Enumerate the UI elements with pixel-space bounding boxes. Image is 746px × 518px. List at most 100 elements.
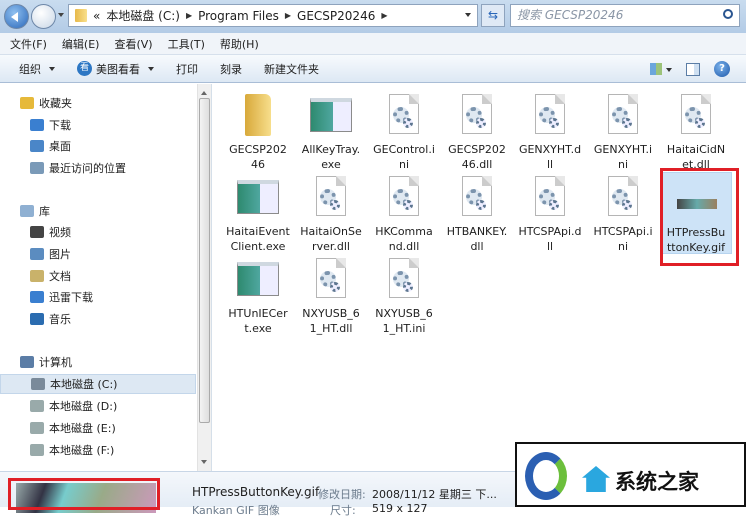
library-icon	[20, 205, 34, 217]
burn-button[interactable]: 刻录	[220, 61, 242, 77]
settings-file-icon	[381, 94, 427, 136]
dll-file-icon	[527, 94, 573, 136]
sidebar-item[interactable]: 本地磁盘 (E:)	[0, 418, 196, 438]
sidebar-item[interactable]: 计算机	[0, 352, 196, 372]
menu-bar: 文件(F) 编辑(E) 查看(V) 工具(T) 帮助(H)	[0, 33, 746, 55]
search-input[interactable]: 搜索 GECSP20246	[510, 4, 740, 27]
file-item[interactable]: HTCSPApi.ini	[587, 172, 659, 254]
menu-edit[interactable]: 编辑(E)	[62, 36, 100, 52]
file-name: HaitaiOnServer.dll	[300, 225, 362, 253]
sidebar-scrollbar[interactable]	[197, 84, 211, 471]
file-item[interactable]: GECSP20246.dll	[441, 90, 513, 172]
sidebar-item[interactable]: 收藏夹	[0, 93, 196, 113]
scroll-down-icon[interactable]	[201, 460, 207, 467]
file-item[interactable]: HTUnIECert.exe	[222, 254, 294, 336]
search-placeholder: 搜索 GECSP20246	[517, 8, 624, 22]
breadcrumb-overflow[interactable]: «	[93, 9, 100, 23]
file-item[interactable]: NXYUSB_61_HT.dll	[295, 254, 367, 336]
sidebar-item[interactable]: 库	[0, 201, 196, 221]
file-name: HTCSPApi.dll	[518, 225, 582, 253]
search-icon[interactable]	[723, 9, 733, 19]
sidebar-item-label: 库	[39, 205, 50, 218]
navigation-pane: 收藏夹 下载 桌面 最近访问的位置库视频 图片 文档 迅雷下载 音乐 计算机 本地磁盘 (C:) 本…	[0, 84, 212, 471]
highlight-box-selected-file	[660, 168, 739, 266]
sidebar-item[interactable]: 图片	[0, 244, 196, 264]
folder-icon	[75, 9, 87, 22]
back-button[interactable]	[4, 4, 29, 29]
file-name: NXYUSB_61_HT.ini	[375, 307, 433, 335]
change-view-button[interactable]	[650, 63, 672, 75]
new-folder-label: 新建文件夹	[264, 62, 319, 76]
address-dropdown[interactable]	[465, 13, 471, 20]
scroll-thumb[interactable]	[199, 98, 210, 423]
file-item[interactable]: GEControl.ini	[368, 90, 440, 172]
caret-down-icon	[148, 67, 154, 74]
menu-tools[interactable]: 工具(T)	[168, 36, 205, 52]
file-item[interactable]: HTBANKEY.dll	[441, 172, 513, 254]
recent-pages-dropdown[interactable]	[58, 13, 64, 20]
sidebar-item[interactable]: 本地磁盘 (C:)	[0, 374, 196, 394]
details-filename: HTPressButtonKey.gif	[192, 485, 320, 499]
sidebar-item-label: 音乐	[49, 313, 71, 326]
new-folder-button[interactable]: 新建文件夹	[264, 61, 319, 77]
star-icon	[20, 97, 34, 109]
help-icon[interactable]: ?	[714, 61, 730, 77]
menu-help[interactable]: 帮助(H)	[220, 36, 259, 52]
file-item[interactable]: HKCommand.dll	[368, 172, 440, 254]
chevron-right-icon[interactable]: ▶	[186, 11, 192, 20]
breadcrumb-gecsp[interactable]: GECSP20246	[297, 9, 375, 23]
meitu-button[interactable]: 看美图看看	[77, 61, 154, 77]
download-folder-icon	[30, 119, 44, 131]
pictures-icon	[30, 248, 44, 260]
chevron-right-icon[interactable]: ▶	[381, 11, 387, 20]
sidebar-item[interactable]: 最近访问的位置	[0, 158, 196, 178]
menu-view[interactable]: 查看(V)	[114, 36, 152, 52]
file-item[interactable]: NXYUSB_61_HT.ini	[368, 254, 440, 336]
watermark-ring-icon	[525, 452, 567, 500]
caret-down-icon	[49, 67, 55, 74]
breadcrumb-c-drive[interactable]: 本地磁盘 (C:)	[106, 7, 180, 24]
sidebar-item[interactable]: 本地磁盘 (D:)	[0, 396, 196, 416]
views-icon	[650, 63, 662, 75]
settings-file-icon	[600, 176, 646, 218]
sidebar-item[interactable]: 视频	[0, 222, 196, 242]
print-button[interactable]: 打印	[176, 61, 198, 77]
scroll-up-icon[interactable]	[201, 88, 207, 95]
file-item[interactable]: GECSP20246	[222, 90, 294, 172]
sidebar-item-label: 下载	[49, 119, 71, 132]
file-item[interactable]: GENXYHT.ini	[587, 90, 659, 172]
sidebar-item[interactable]: 下载	[0, 115, 196, 135]
sidebar-item[interactable]: 文档	[0, 266, 196, 286]
file-name: HTCSPApi.ini	[593, 225, 653, 253]
refresh-button[interactable]: ⇆	[481, 4, 505, 27]
preview-pane-button[interactable]	[686, 62, 700, 76]
chevron-right-icon[interactable]: ▶	[285, 11, 291, 20]
breadcrumb-program-files[interactable]: Program Files	[198, 9, 279, 23]
details-size-label: 尺寸:	[330, 504, 356, 517]
file-item[interactable]: HaitaiEventClient.exe	[222, 172, 294, 254]
drive-icon	[30, 444, 44, 456]
dll-file-icon	[381, 176, 427, 218]
details-size-value: 519 x 127	[372, 502, 428, 515]
file-list: GECSP20246 AllKeyTray.exe GEControl.ini GEC…	[212, 84, 746, 471]
address-area: « 本地磁盘 (C:) ▶ Program Files ▶ GECSP20246…	[0, 0, 746, 33]
file-item[interactable]: GENXYHT.dll	[514, 90, 586, 172]
organize-button[interactable]: 组织	[19, 61, 55, 77]
application-icon	[308, 94, 354, 136]
sidebar-item-label: 文档	[49, 270, 71, 283]
file-item[interactable]: AllKeyTray.exe	[295, 90, 367, 172]
file-item[interactable]: HTCSPApi.dll	[514, 172, 586, 254]
sidebar-item[interactable]: 音乐	[0, 309, 196, 329]
sidebar-item-label: 最近访问的位置	[49, 162, 126, 175]
file-name: NXYUSB_61_HT.dll	[302, 307, 360, 335]
menu-file[interactable]: 文件(F)	[10, 36, 47, 52]
sidebar-item[interactable]: 迅雷下载	[0, 287, 196, 307]
drive-c-icon	[31, 378, 45, 390]
sidebar-item[interactable]: 本地磁盘 (F:)	[0, 440, 196, 460]
address-bar[interactable]: « 本地磁盘 (C:) ▶ Program Files ▶ GECSP20246…	[68, 4, 478, 27]
sidebar-item[interactable]: 桌面	[0, 136, 196, 156]
recent-places-icon	[30, 162, 44, 174]
file-item[interactable]: HaitaiCidNet.dll	[660, 90, 732, 172]
forward-button[interactable]	[31, 4, 56, 29]
file-item[interactable]: HaitaiOnServer.dll	[295, 172, 367, 254]
